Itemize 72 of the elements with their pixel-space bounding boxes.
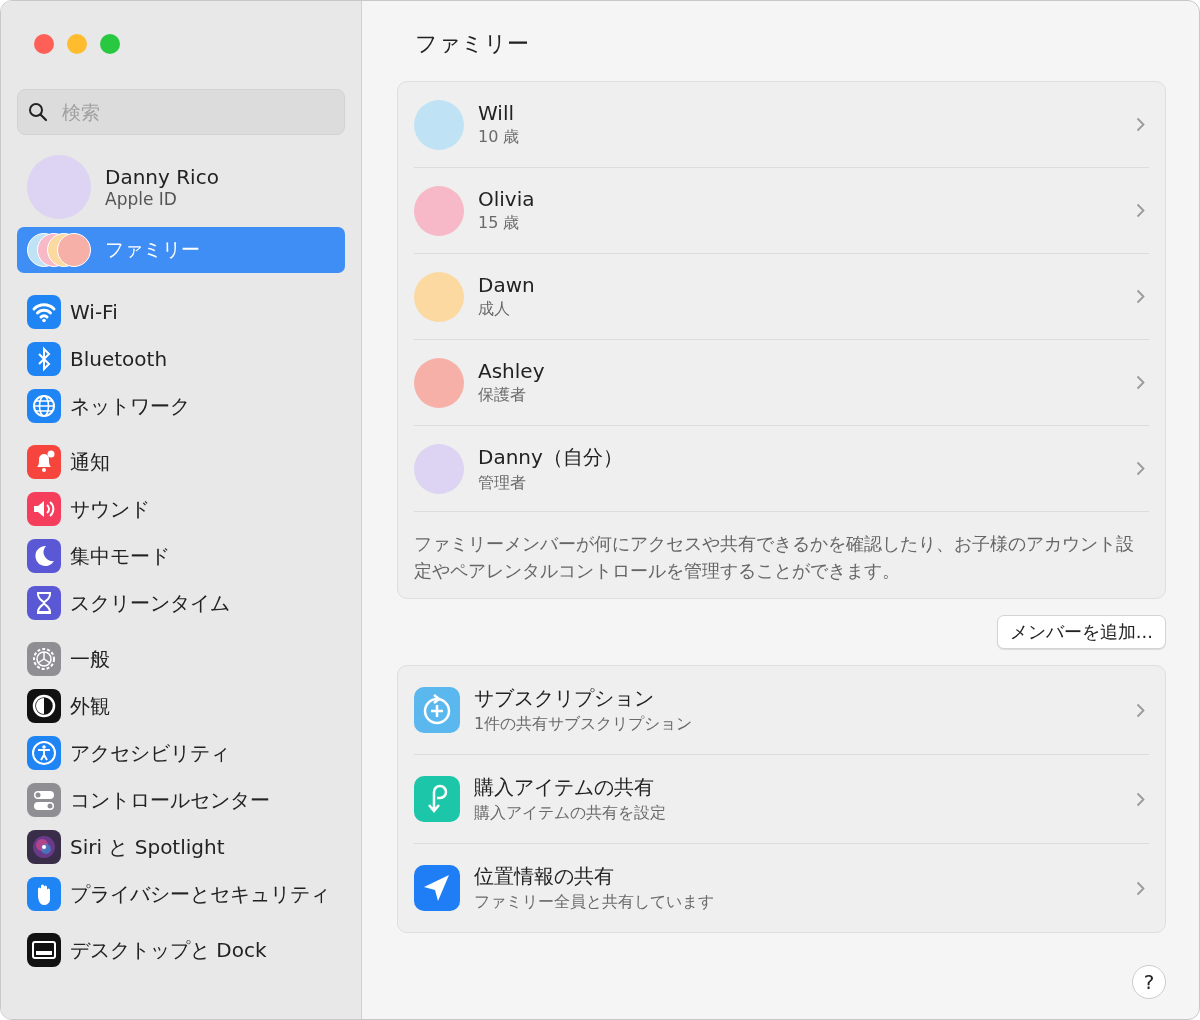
bell-icon [27,445,61,479]
moon-icon [27,539,61,573]
speaker-icon [27,492,61,526]
member-row[interactable]: Will 10 歳 [414,82,1149,168]
member-row[interactable]: Dawn 成人 [414,254,1149,340]
chevron-right-icon [1136,203,1145,218]
sidebar-item[interactable]: スクリーンタイム [17,586,345,620]
sidebar-item[interactable]: 一般 [17,642,345,676]
gear-icon [27,642,61,676]
service-title: 位置情報の共有 [474,863,615,890]
accessibility-icon [27,736,61,770]
service-subtitle: ファミリー全員と共有しています [474,892,715,913]
toggles-icon [27,783,61,817]
chevron-right-icon [1136,702,1145,718]
chevron-right-icon [1136,117,1145,132]
siri-orb-icon [27,830,61,864]
member-row[interactable]: Olivia 15 歳 [414,168,1149,254]
minimize-window-button[interactable] [67,34,87,54]
sidebar-item[interactable]: Wi-Fi [17,295,345,329]
hourglass-icon [27,586,61,620]
sidebar-item[interactable]: Siri と Spotlight [17,830,345,864]
chevron-right-icon [1136,880,1145,896]
chevron-right-icon [1136,461,1145,476]
sidebar-item[interactable]: 通知 [17,445,345,479]
help-button[interactable]: ? [1132,965,1166,999]
globe-icon [27,389,61,423]
close-window-button[interactable] [34,34,54,54]
sidebar-item[interactable]: サウンド [17,492,345,526]
service-row[interactable]: 位置情報の共有 ファミリー全員と共有しています [414,844,1149,932]
sidebar-item[interactable]: ネットワーク [17,389,345,423]
service-subtitle: 1件の共有サブスクリプション [474,714,694,735]
member-role: 保護者 [478,385,527,406]
bluetooth-icon [27,342,61,376]
service-title: サブスクリプション [474,685,655,712]
service-title: 購入アイテムの共有 [474,774,655,801]
member-role: 10 歳 [478,127,521,148]
sidebar-item[interactable]: デスクトップと Dock [17,933,345,967]
account-subtitle: Apple ID [105,189,178,209]
sidebar-item[interactable]: Bluetooth [17,342,345,376]
member-role: 15 歳 [478,213,521,234]
member-row[interactable]: Ashley 保護者 [414,340,1149,426]
description-text: ファミリーメンバーが何にアクセスや共有できるかを確認したり、お子様のアカウント設定やペアレンタルコントロールを管理することができます。 [414,532,1135,583]
desktop-icon [27,933,61,967]
add-member-button[interactable]: メンバーを追加... [996,615,1166,649]
avatar-stack-icon [27,233,93,267]
page-title: ファミリー [415,30,530,58]
chevron-right-icon [1136,375,1145,390]
service-row[interactable]: サブスクリプション 1件の共有サブスクリプション [414,666,1149,755]
sidebar-item[interactable]: コントロールセンター [17,783,345,817]
sidebar-item[interactable]: アクセシビリティ [17,736,345,770]
account-name: Danny Rico [105,165,219,189]
sidebar-item[interactable]: 外観 [17,689,345,723]
subscription-icon [414,687,460,733]
sidebar-item[interactable]: 集中モード [17,539,345,573]
search-field[interactable]: 検索 [17,89,345,135]
member-name: Dawn [478,273,536,297]
member-name: Olivia [478,187,536,211]
service-row[interactable]: 購入アイテムの共有 購入アイテムの共有を設定 [414,755,1149,844]
member-name: Ashley [478,359,546,383]
download-icon [414,776,460,822]
service-subtitle: 購入アイテムの共有を設定 [474,803,667,824]
wifi-icon [27,295,61,329]
chevron-right-icon [1136,791,1145,807]
sidebar-item[interactable]: プライバシーとセキュリティ [17,877,345,911]
member-name: Danny（自分） [478,443,624,471]
member-role: 成人 [478,299,511,320]
member-name: Will [478,101,515,125]
member-row[interactable]: Danny（自分） 管理者 [414,426,1149,512]
chevron-right-icon [1136,289,1145,304]
zoom-window-button[interactable] [100,34,120,54]
hand-icon [27,877,61,911]
member-role: 管理者 [478,472,527,494]
